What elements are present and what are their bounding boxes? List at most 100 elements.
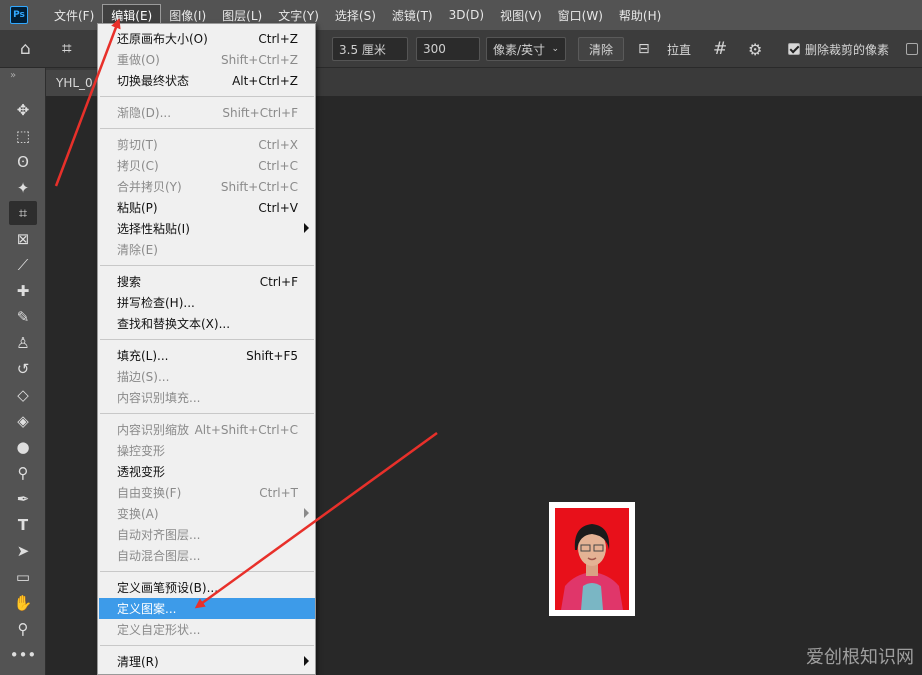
menu-item-label: 内容识别缩放 [117, 423, 190, 437]
straighten-button[interactable]: 拉直 [667, 37, 691, 61]
blur-tool-icon[interactable]: ● [9, 435, 37, 459]
width-input[interactable]: 3.5 厘米 [332, 37, 408, 61]
id-photo-canvas[interactable] [549, 502, 635, 616]
document-tab[interactable]: YHL_0 [46, 70, 103, 96]
clear-button[interactable]: 清除 [578, 37, 625, 61]
menu-item-define-brush-preset[interactable]: 定义画笔预设(B)... [99, 577, 315, 598]
menu-item-label: 渐隐(D)... [117, 106, 172, 120]
menu-select[interactable]: 选择(S) [327, 4, 384, 26]
crop-tool-icon[interactable]: ⌗ [9, 201, 37, 225]
menu-item-fill[interactable]: 填充(L)... Shift+F5 [99, 345, 315, 366]
menu-item-paste-special[interactable]: 选择性粘贴(I) [99, 218, 315, 239]
menu-item-cut: 剪切(T) Ctrl+X [99, 134, 315, 155]
menu-window[interactable]: 窗口(W) [550, 4, 611, 26]
magic-wand-tool-icon[interactable]: ✦ [9, 176, 37, 200]
menu-item-label: 剪切(T) [117, 138, 158, 152]
menu-item-shortcut: Ctrl+T [259, 485, 298, 500]
menu-item-label: 自由变换(F) [117, 486, 182, 500]
submenu-arrow-icon [304, 508, 309, 518]
dodge-tool-icon[interactable]: ⚲ [9, 461, 37, 485]
clone-stamp-tool-icon[interactable]: ♙ [9, 331, 37, 355]
menu-item-stroke: 描边(S)... [99, 366, 315, 387]
menu-item-shortcut: Shift+Ctrl+Z [221, 52, 298, 67]
more-tools-icon[interactable]: ••• [9, 643, 37, 667]
menu-help[interactable]: 帮助(H) [611, 4, 669, 26]
overlay-grid-icon[interactable]: # [713, 37, 727, 61]
menu-item-label: 还原画布大小(O) [117, 32, 208, 46]
menu-item-label: 描边(S)... [117, 370, 170, 384]
portrait-image [555, 508, 629, 610]
menu-item-find-replace[interactable]: 查找和替换文本(X)... [99, 313, 315, 334]
rectangle-tool-icon[interactable]: ▭ [9, 565, 37, 589]
resolution-input[interactable]: 300 [416, 37, 480, 61]
menu-item-label: 重做(O) [117, 53, 160, 67]
type-tool-icon[interactable]: T [9, 513, 37, 537]
checkbox-checked-icon [788, 43, 800, 55]
brush-tool-icon[interactable]: ✎ [9, 305, 37, 329]
pen-tool-icon[interactable]: ✒ [9, 487, 37, 511]
menu-separator [100, 413, 314, 414]
menu-item-label: 定义自定形状... [117, 623, 201, 637]
menu-item-fade: 渐隐(D)... Shift+Ctrl+F [99, 102, 315, 123]
content-aware-checkbox[interactable] [906, 37, 922, 61]
menu-item-label: 自动混合图层... [117, 549, 201, 563]
frame-tool-icon[interactable]: ⊠ [9, 227, 37, 251]
id-photo-image [555, 508, 629, 610]
resolution-unit-label: 像素/英寸 [493, 42, 546, 57]
path-selection-tool-icon[interactable]: ➤ [9, 539, 37, 563]
menu-item-copy: 拷贝(C) Ctrl+C [99, 155, 315, 176]
menu-3d[interactable]: 3D(D) [441, 4, 492, 26]
menu-item-label: 操控变形 [117, 444, 166, 458]
paint-bucket-tool-icon[interactable]: ◈ [9, 409, 37, 433]
healing-brush-tool-icon[interactable]: ✚ [9, 279, 37, 303]
menu-item-toggle-last-state[interactable]: 切换最终状态 Alt+Ctrl+Z [99, 70, 315, 91]
gear-icon[interactable]: ⚙ [748, 37, 762, 61]
menu-item-define-pattern[interactable]: 定义图案... [99, 598, 315, 619]
straighten-icon[interactable]: ⊟ [638, 37, 650, 61]
resolution-unit-select[interactable]: 像素/英寸 ⌄ [486, 37, 566, 61]
menu-separator [100, 128, 314, 129]
photoshop-window: Ps 文件(F) 编辑(E) 图像(I) 图层(L) 文字(Y) 选择(S) 滤… [0, 0, 922, 675]
menu-file[interactable]: 文件(F) [46, 4, 102, 26]
menu-item-shortcut: Shift+Ctrl+C [220, 179, 298, 194]
menu-item-spell-check[interactable]: 拼写检查(H)... [99, 292, 315, 313]
zoom-tool-icon[interactable]: ⚲ [9, 617, 37, 641]
home-icon[interactable]: ⌂ [20, 37, 31, 61]
menu-item-label: 查找和替换文本(X)... [117, 317, 231, 331]
menu-separator [100, 645, 314, 646]
menu-item-label: 拼写检查(H)... [117, 296, 195, 310]
lasso-tool-icon[interactable]: ʘ [9, 150, 37, 174]
delete-cropped-checkbox[interactable]: 删除裁剪的像素 [788, 37, 889, 61]
panel-collapse-icon[interactable]: » [10, 70, 16, 81]
menu-item-label: 填充(L)... [117, 349, 169, 363]
menu-item-label: 粘贴(P) [117, 201, 158, 215]
menu-item-content-aware-scale: 内容识别缩放 Alt+Shift+Ctrl+C [99, 419, 315, 440]
marquee-tool-icon[interactable]: ⬚ [9, 124, 37, 148]
tools-panel: » ✥ ⬚ ʘ ✦ ⌗ ⊠ ⟋ ✚ ✎ ♙ ↺ ◇ ◈ ● ⚲ ✒ T ➤ ▭ … [0, 68, 46, 675]
photoshop-logo-icon[interactable]: Ps [10, 6, 28, 24]
menu-filter[interactable]: 滤镜(T) [384, 4, 441, 26]
menu-view[interactable]: 视图(V) [492, 4, 550, 26]
menu-separator [100, 571, 314, 572]
menu-item-content-aware-fill: 内容识别填充... [99, 387, 315, 408]
menu-item-free-transform: 自由变换(F) Ctrl+T [99, 482, 315, 503]
menu-item-perspective-warp[interactable]: 透视变形 [99, 461, 315, 482]
menu-item-paste[interactable]: 粘贴(P) Ctrl+V [99, 197, 315, 218]
menu-item-undo[interactable]: 还原画布大小(O) Ctrl+Z [99, 28, 315, 49]
menu-separator [100, 96, 314, 97]
menu-item-purge[interactable]: 清理(R) [99, 651, 315, 672]
menu-item-shortcut: Shift+F5 [246, 348, 298, 363]
move-tool-icon[interactable]: ✥ [9, 98, 37, 122]
edit-menu-dropdown: 还原画布大小(O) Ctrl+Z 重做(O) Shift+Ctrl+Z 切换最终状态… [97, 23, 316, 675]
history-brush-tool-icon[interactable]: ↺ [9, 357, 37, 381]
menu-item-shortcut: Shift+Ctrl+F [222, 105, 298, 120]
menu-item-label: 清理(R) [117, 655, 159, 669]
menu-item-redo: 重做(O) Shift+Ctrl+Z [99, 49, 315, 70]
eyedropper-tool-icon[interactable]: ⟋ [9, 253, 37, 277]
menu-item-label: 自动对齐图层... [117, 528, 201, 542]
hand-tool-icon[interactable]: ✋ [9, 591, 37, 615]
crop-tool-preset-icon[interactable]: ⌗ [62, 37, 72, 61]
menu-item-shortcut: Alt+Shift+Ctrl+C [194, 422, 298, 437]
menu-item-search[interactable]: 搜索 Ctrl+F [99, 271, 315, 292]
eraser-tool-icon[interactable]: ◇ [9, 383, 37, 407]
